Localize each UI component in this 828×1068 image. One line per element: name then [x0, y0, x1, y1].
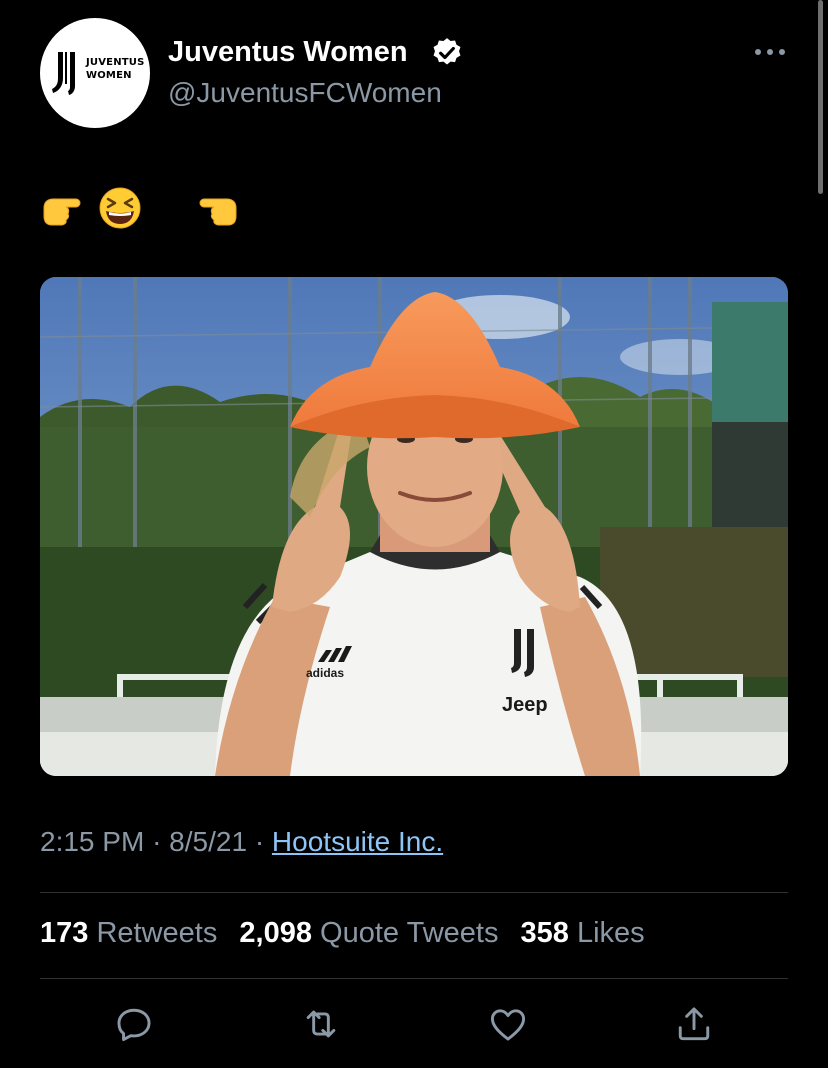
avatar-brand-text: JUVENTUS WOMEN — [86, 56, 145, 82]
scrollbar[interactable] — [818, 0, 823, 194]
source-link[interactable]: Hootsuite Inc. — [272, 826, 443, 857]
avatar-text-line1: JUVENTUS — [86, 57, 145, 68]
likes-count: 358 — [520, 917, 569, 949]
reply-button[interactable] — [112, 1002, 156, 1046]
retweet-button[interactable] — [299, 1002, 343, 1046]
user-handle[interactable]: @JuventusFCWomen — [168, 77, 442, 109]
likes-label: Likes — [576, 917, 645, 949]
meta-separator: · — [152, 826, 162, 857]
more-options-icon[interactable] — [752, 40, 788, 64]
share-button[interactable] — [672, 1002, 716, 1046]
retweet-icon — [306, 1010, 336, 1038]
tweet-stats: 173 Retweets 2,098 Quote Tweets 358 Like… — [40, 917, 659, 950]
juventus-logo-icon — [52, 52, 75, 95]
tweet-date[interactable]: 8/5/21 — [169, 826, 247, 857]
avatar-text-line2: WOMEN — [86, 70, 132, 81]
photo-scene: Jeep adidas — [40, 277, 788, 776]
shirt-sponsor-text: Jeep — [502, 694, 548, 716]
avatar[interactable]: JUVENTUS WOMEN — [40, 18, 150, 128]
divider — [40, 978, 788, 979]
likes-stat[interactable]: 358 Likes — [521, 917, 645, 949]
tweet-time[interactable]: 2:15 PM — [40, 826, 144, 857]
tweet-meta: 2:15 PM · 8/5/21 · Hootsuite Inc. — [40, 826, 443, 858]
like-icon — [490, 1009, 526, 1041]
reply-icon — [117, 1008, 151, 1042]
quote-tweets-count: 2,098 — [239, 917, 312, 949]
divider — [40, 892, 788, 893]
quote-tweets-label: Quote Tweets — [320, 917, 499, 949]
verified-badge-icon — [433, 38, 461, 65]
pointing-right-hand-icon — [43, 198, 81, 226]
shirt-maker-text: adidas — [306, 666, 344, 680]
retweets-count: 173 — [40, 917, 89, 949]
display-name[interactable]: Juventus Women — [168, 36, 408, 69]
tweet-photo[interactable]: Jeep adidas — [40, 277, 788, 776]
tweet-text-emojis — [43, 187, 237, 229]
share-icon — [678, 1007, 710, 1041]
retweets-stat[interactable]: 173 Retweets — [40, 917, 217, 949]
meta-separator: · — [254, 826, 265, 857]
tweet-detail: JUVENTUS WOMEN Juventus Women @JuventusF… — [0, 0, 828, 1068]
quote-tweets-stat[interactable]: 2,098 Quote Tweets — [239, 917, 498, 949]
laughing-face-icon — [99, 187, 141, 229]
like-button[interactable] — [486, 1002, 530, 1046]
pointing-left-hand-icon — [199, 198, 237, 226]
retweets-label: Retweets — [96, 917, 218, 949]
